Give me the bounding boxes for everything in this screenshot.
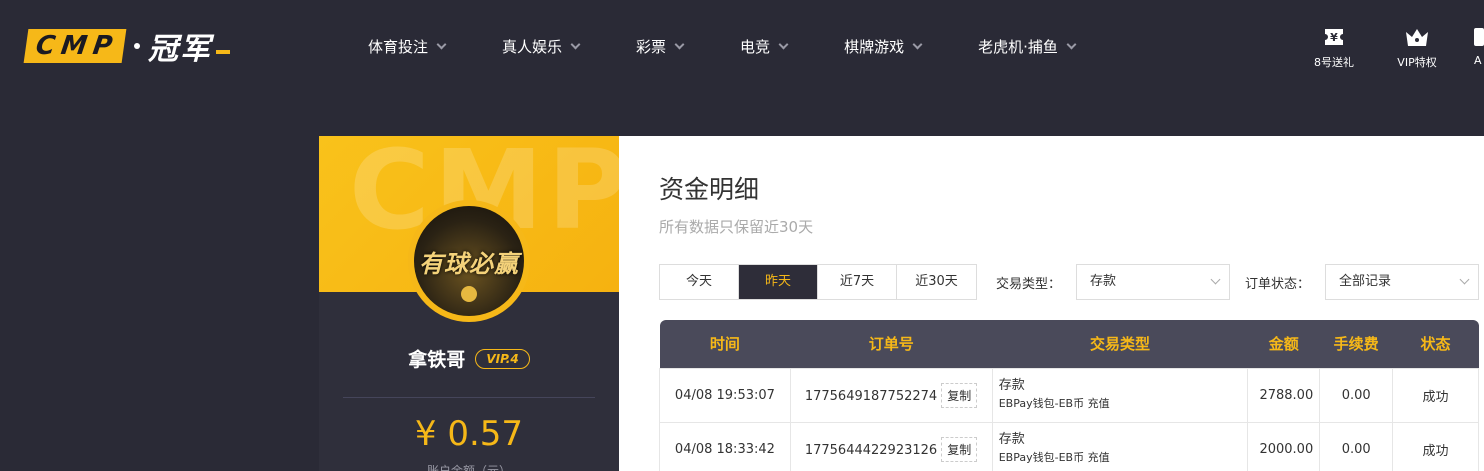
logo-dot bbox=[134, 43, 141, 49]
chevron-down-icon bbox=[674, 39, 685, 49]
range-7days-button[interactable]: 近7天 bbox=[818, 265, 897, 299]
range-30days-button[interactable]: 近30天 bbox=[897, 265, 976, 299]
chevron-down-icon bbox=[436, 39, 447, 49]
column-header-time: 时间 bbox=[709, 335, 740, 354]
column-header-type: 交易类型 bbox=[1089, 335, 1150, 354]
logo-dash bbox=[216, 50, 231, 54]
transaction-type-detail: EBPay钱包-EB币 充值 bbox=[998, 451, 1110, 464]
cell-status: 成功 bbox=[1392, 421, 1479, 471]
page-title: 资金明细 bbox=[659, 175, 760, 204]
chevron-down-icon bbox=[912, 39, 923, 49]
username: 拿铁哥 bbox=[408, 349, 466, 371]
copy-button[interactable]: 复制 bbox=[941, 436, 978, 462]
transaction-type: 存款 bbox=[998, 378, 1025, 393]
account-balance: ¥ 0.57 bbox=[414, 414, 524, 454]
avatar-text: 有球必赢 bbox=[419, 248, 519, 278]
transactions-table: 时间 订单号 交易类型 金额 手续费 状态 04/08 19:53:07 177… bbox=[659, 320, 1479, 471]
transaction-type: 存款 bbox=[998, 432, 1025, 447]
app-link[interactable]: A bbox=[1474, 24, 1484, 67]
range-today-button[interactable]: 今天 bbox=[660, 265, 739, 299]
avatar[interactable]: 有球必赢 bbox=[408, 200, 530, 322]
transaction-type-label: 交易类型： bbox=[996, 277, 1062, 292]
profile-card: CMP 有球必赢 拿铁哥 VIP.4 ¥ 0.57 账户余额（元） bbox=[319, 136, 619, 471]
chevron-down-icon bbox=[1459, 274, 1470, 285]
svg-text:¥: ¥ bbox=[1330, 31, 1338, 44]
order-status-select[interactable]: 全部记录 bbox=[1325, 264, 1479, 300]
chevron-down-icon bbox=[778, 39, 789, 49]
transaction-type-detail: EBPay钱包-EB币 充值 bbox=[998, 397, 1110, 410]
cell-order-no: 1775649187752274 复制 bbox=[789, 367, 993, 423]
column-header-fee: 手续费 bbox=[1333, 335, 1379, 354]
table-header-row: 时间 订单号 交易类型 金额 手续费 状态 bbox=[659, 320, 1479, 368]
order-status-value: 全部记录 bbox=[1339, 274, 1392, 289]
cell-transaction-type: 存款 EBPay钱包-EB币 充值 bbox=[991, 421, 1249, 471]
nav-item-slots-fishing[interactable]: 老虎机·捕鱼 bbox=[978, 36, 1077, 57]
order-status-label: 订单状态： bbox=[1245, 277, 1311, 292]
column-header-amount: 金额 bbox=[1268, 335, 1299, 354]
main-nav: 体育投注 真人娱乐 彩票 电竞 棋牌游戏 老虎机·捕鱼 bbox=[368, 0, 1077, 92]
brand-logo[interactable]: CMP 冠军 bbox=[23, 28, 231, 67]
username-row: 拿铁哥 VIP.4 bbox=[319, 345, 619, 372]
nav-item-live-casino[interactable]: 真人娱乐 bbox=[502, 36, 581, 57]
nav-label: 电竞 bbox=[740, 37, 771, 56]
chevron-down-icon bbox=[1210, 274, 1221, 285]
chevron-down-icon bbox=[1066, 39, 1077, 49]
account-balance-label: 账户余额（元） bbox=[426, 464, 511, 471]
table-row: 04/08 18:33:42 1775644422923126 复制 存款 EBP… bbox=[659, 421, 1479, 471]
page-subtitle: 所有数据只保留近30天 bbox=[659, 218, 814, 236]
nav-label: 棋牌游戏 bbox=[844, 37, 905, 56]
nav-label: 老虎机·捕鱼 bbox=[978, 37, 1058, 56]
transaction-type-value: 存款 bbox=[1090, 274, 1117, 289]
top-bar: CMP 冠军 体育投注 真人娱乐 彩票 电竞 棋牌游戏 老虎机·捕鱼 ¥ 8号送… bbox=[0, 0, 1484, 92]
column-header-order-no: 订单号 bbox=[868, 335, 914, 354]
vip-privilege-label: VIP特权 bbox=[1397, 56, 1437, 69]
copy-button[interactable]: 复制 bbox=[941, 382, 978, 408]
nav-label: 彩票 bbox=[636, 37, 667, 56]
cell-amount: 2000.00 bbox=[1247, 421, 1321, 471]
order-number: 1775649187752274 bbox=[804, 388, 938, 404]
nav-item-card-games[interactable]: 棋牌游戏 bbox=[844, 36, 923, 57]
avatar-image: 有球必赢 bbox=[414, 206, 524, 316]
nav-label: 真人娱乐 bbox=[502, 37, 563, 56]
order-number: 1775644422923126 bbox=[804, 442, 938, 458]
cell-fee: 0.00 bbox=[1319, 421, 1394, 471]
cell-time: 04/08 18:33:42 bbox=[659, 421, 791, 471]
cell-transaction-type: 存款 EBPay钱包-EB币 充值 bbox=[991, 367, 1249, 423]
cell-amount: 2788.00 bbox=[1247, 367, 1321, 423]
date-range-tabs: 今天 昨天 近7天 近30天 bbox=[659, 264, 977, 300]
table-row: 04/08 19:53:07 1775649187752274 复制 存款 EBP… bbox=[659, 367, 1479, 423]
chevron-down-icon bbox=[570, 39, 581, 49]
profile-divider bbox=[343, 397, 595, 398]
transaction-type-select[interactable]: 存款 bbox=[1076, 264, 1230, 300]
cell-fee: 0.00 bbox=[1319, 367, 1394, 423]
cell-time: 04/08 19:53:07 bbox=[659, 367, 791, 423]
vip-badge[interactable]: VIP.4 bbox=[475, 348, 530, 369]
app-icon bbox=[1474, 24, 1484, 50]
range-yesterday-button[interactable]: 昨天 bbox=[739, 265, 818, 299]
gift-day-link[interactable]: ¥ 8号送礼 bbox=[1306, 24, 1362, 70]
nav-label: 体育投注 bbox=[368, 37, 429, 56]
cell-status: 成功 bbox=[1392, 367, 1479, 423]
app-label: A bbox=[1474, 54, 1482, 67]
fund-details-panel: 资金明细 所有数据只保留近30天 今天 昨天 近7天 近30天 交易类型： 存款… bbox=[619, 136, 1484, 471]
crown-icon bbox=[1404, 24, 1430, 50]
logo-cmp-text: CMP bbox=[23, 29, 127, 63]
nav-item-lottery[interactable]: 彩票 bbox=[636, 36, 685, 57]
logo-cn-text: 冠军 bbox=[148, 32, 213, 67]
vip-privilege-link[interactable]: VIP特权 bbox=[1391, 24, 1443, 70]
cell-order-no: 1775644422923126 复制 bbox=[789, 421, 993, 471]
column-header-status: 状态 bbox=[1420, 335, 1451, 354]
football-icon bbox=[461, 286, 477, 302]
ticket-icon: ¥ bbox=[1323, 24, 1345, 50]
nav-item-sports[interactable]: 体育投注 bbox=[368, 36, 447, 57]
nav-item-esports[interactable]: 电竞 bbox=[740, 36, 789, 57]
gift-day-label: 8号送礼 bbox=[1314, 56, 1354, 69]
